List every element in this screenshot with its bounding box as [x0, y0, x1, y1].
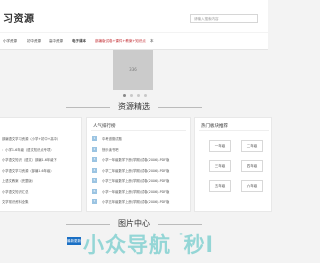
list-item-label[interactable]: 小学三年级数学上册(学期)试卷(2006)-PDF版 [102, 179, 169, 183]
carousel-dot[interactable] [137, 94, 140, 97]
left-resource-panel: 部编语文学习资源（小学+初中+高中） ：小学1-6年级（语文知识点专项） 小学语… [0, 117, 82, 212]
list-item[interactable]: 4 小学二年级数学上册(学期)试卷(2006)-PDF版 [92, 167, 169, 179]
carousel-dot[interactable] [144, 94, 147, 97]
banner-label: 336 [129, 67, 137, 72]
resources-section-heading: 资源精选 [0, 101, 268, 113]
site-title[interactable]: 习资源 [3, 10, 35, 25]
category-cell[interactable]: 五年级 [209, 180, 231, 192]
list-item[interactable]: 6 小学一年级数学上册(学期)试卷(2006)-PDF版 [92, 188, 169, 200]
watermark-suffix: 秒l [183, 233, 214, 257]
hot-ranking-list: 1 中考道德试题 2 快乐读书吧 3 小学一年级数学下册(学期)试卷(2006)-PD… [92, 136, 169, 210]
search-input[interactable]: 请输入搜索内容 [190, 14, 258, 23]
nav-item-high[interactable]: 高中资源 [49, 39, 63, 44]
divider-line [199, 130, 269, 131]
list-item[interactable]: 2 快乐读书吧 [92, 146, 169, 158]
rank-badge: 6 [92, 188, 97, 194]
main-nav: 小学资源 初中资源 高中资源 电子课本 部编版试卷+课件+教案+知识点 本 [0, 33, 268, 50]
list-item[interactable]: 小学语文知识（语文）部编1-6年级下 [2, 155, 82, 166]
nav-item-more[interactable]: 本 [150, 39, 154, 44]
list-item[interactable]: 小学语文学习资源（部编1-6年级） [2, 166, 82, 177]
hot-category-title: 热门板块推荐 [201, 124, 228, 129]
rank-badge: 1 [92, 136, 97, 141]
banner-ad[interactable]: 336 [113, 50, 153, 90]
list-item[interactable]: 部编语文学习资源（小学+初中+高中） [2, 134, 82, 145]
watermark: 小众导航 -秒l [83, 229, 214, 257]
list-item[interactable]: 3 小学一年级数学下册(学期)试卷(2006)-PDF版 [92, 157, 169, 168]
category-cell[interactable]: 三年级 [209, 160, 231, 172]
list-item[interactable]: 7 小学五年级数学上册(学期)试卷(2006)-PDF版 [92, 199, 169, 210]
list-item[interactable]: 5 小学三年级数学上册(学期)试卷(2006)-PDF版 [92, 178, 169, 189]
rank-badge: 3 [92, 157, 97, 162]
list-item[interactable]: ：小学1-6年级（语文知识点专项） [2, 145, 82, 156]
carousel-dots [123, 94, 147, 98]
list-item-label[interactable]: 快乐读书吧 [102, 148, 118, 152]
hot-ranking-title: 人气排行榜 [93, 124, 116, 129]
nav-item-papers[interactable]: 部编版试卷+课件+教案+知识点 [95, 39, 146, 44]
divider-line [158, 224, 202, 225]
list-item[interactable]: 文学常识资料全集 [2, 197, 82, 208]
list-item-label[interactable]: 小学一年级数学上册(学期)试卷(2006)-PDF版 [102, 190, 169, 194]
resources-title: 资源精选 [118, 102, 150, 111]
list-item[interactable]: 上语文教案（完整版） [2, 176, 82, 187]
rank-badge: 7 [92, 199, 97, 204]
site-header: 习资源 请输入搜索内容 [0, 0, 268, 32]
resource-list: 部编语文学习资源（小学+初中+高中） ：小学1-6年级（语文知识点专项） 小学语… [2, 134, 82, 208]
list-item[interactable]: 小学语文知识汇总 [2, 187, 82, 198]
list-item-label[interactable]: 小学一年级数学下册(学期)试卷(2006)-PDF版 [102, 158, 169, 162]
nav-item-ebooks[interactable]: 电子课本 [72, 39, 86, 44]
nav-item-middle[interactable]: 初中资源 [27, 39, 41, 44]
list-item-label[interactable]: 小学二年级数学上册(学期)试卷(2006)-PDF版 [102, 169, 169, 173]
list-item[interactable]: 1 中考道德试题 [92, 136, 169, 147]
list-item-label[interactable]: 中考道德试题 [102, 137, 122, 141]
hot-category-panel: 热门板块推荐 一年级 二年级 三年级 四年级 五年级 六年级 [194, 117, 272, 212]
category-cell[interactable]: 四年级 [241, 160, 263, 172]
category-cell[interactable]: 一年级 [209, 140, 231, 152]
carousel-dot[interactable] [130, 94, 133, 97]
category-cell[interactable]: 六年级 [241, 180, 263, 192]
nav-item-primary[interactable]: 小学资源 [3, 39, 17, 44]
hot-ranking-panel: 人气排行榜 1 中考道德试题 2 快乐读书吧 3 小学一年级数学下册(学期)试卷(20… [86, 117, 191, 212]
watermark-text: 小众导航 [83, 233, 171, 257]
divider-line [158, 107, 202, 108]
divider-line [91, 130, 186, 131]
rank-badge: 4 [92, 167, 97, 173]
rank-badge: 2 [92, 146, 97, 152]
list-item-label[interactable]: 小学五年级数学上册(学期)试卷(2006)-PDF版 [102, 200, 169, 204]
picture-title: 图片中心 [118, 219, 150, 228]
category-cell[interactable]: 二年级 [241, 140, 263, 152]
rank-badge: 5 [92, 178, 97, 183]
carousel-dot[interactable] [123, 94, 126, 97]
picture-tab-latest[interactable]: 最新更新 [67, 237, 81, 245]
